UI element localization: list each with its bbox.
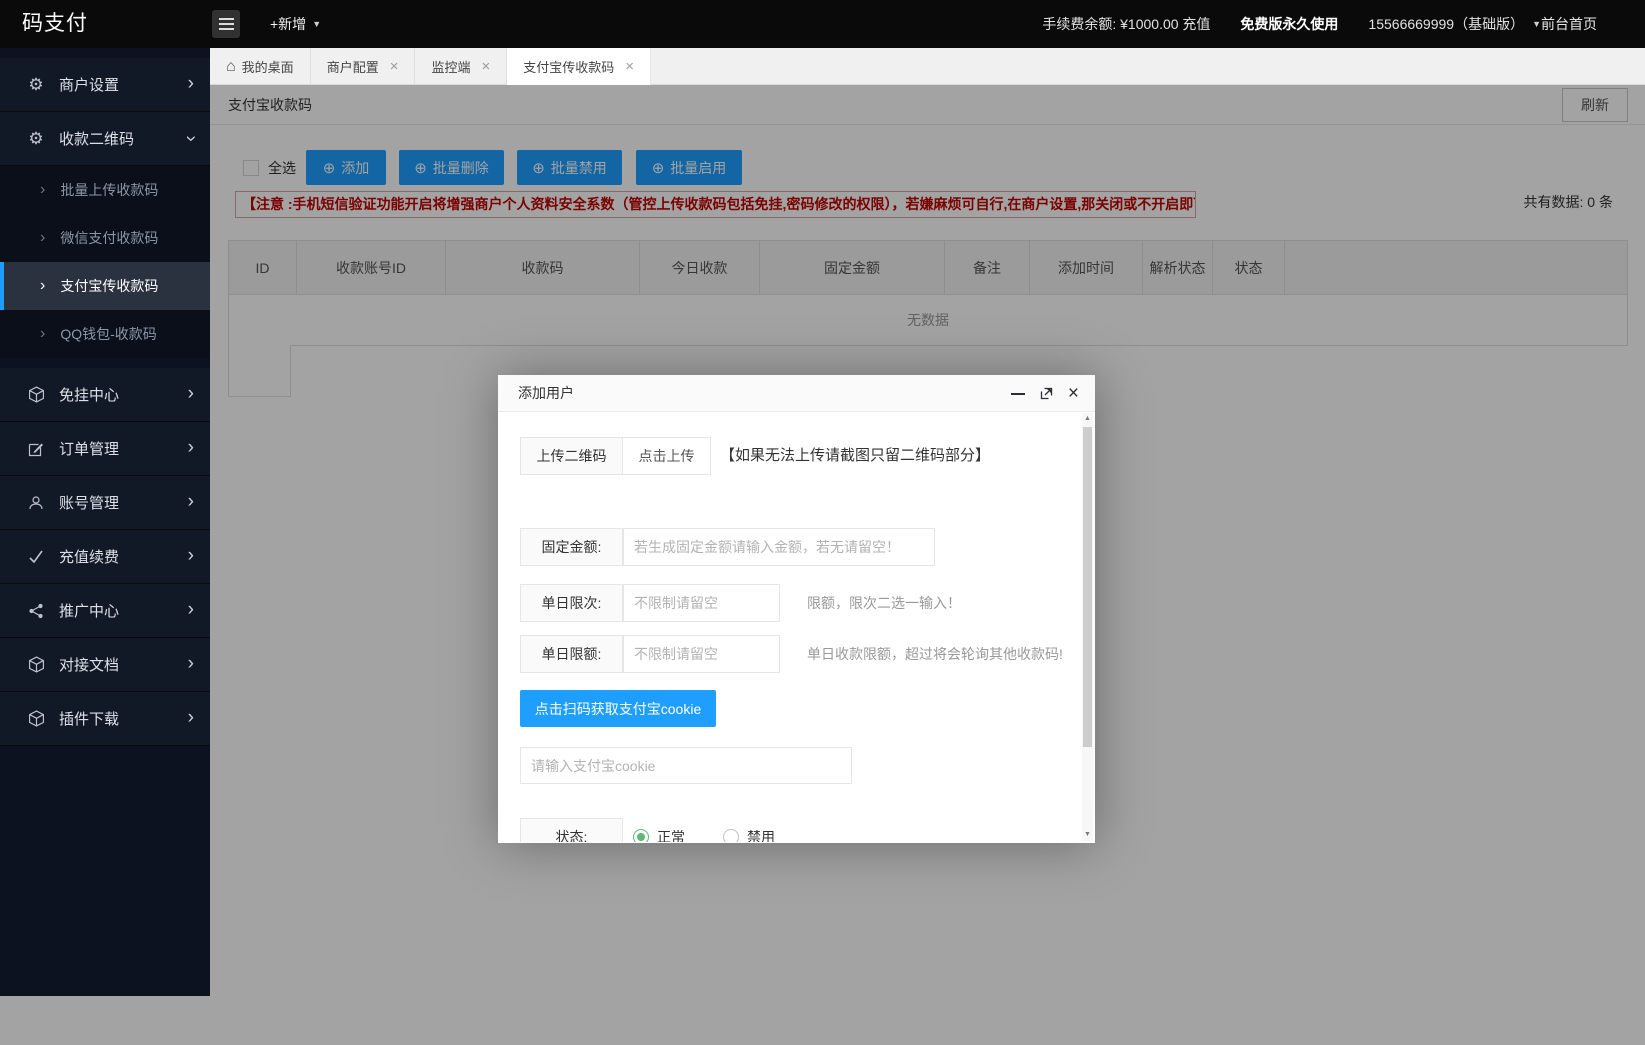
topbar-right: 手续费余额: ¥1000.00 充值 免费版永久使用 15566669999（基…: [1042, 0, 1541, 48]
check-icon: [26, 549, 46, 565]
sidebar-item-orders[interactable]: 订单管理 ›: [0, 422, 210, 476]
scrollbar-thumb[interactable]: [1083, 427, 1092, 747]
caret-down-icon: ▼: [312, 19, 321, 29]
chevron-right-icon: ›: [188, 708, 194, 727]
daily-limit-times-label: 单日限次:: [520, 584, 623, 622]
chevron-right-icon: ›: [188, 546, 194, 565]
chevron-right-icon: ›: [188, 492, 194, 511]
home-icon: ⌂: [226, 58, 236, 76]
modal-body: 上传二维码 点击上传 【如果无法上传请截图只留二维码部分】 固定金额: 单日限次…: [498, 412, 1095, 842]
limit-amount-hint: 单日收款限额，超过将会轮询其他收款码!: [807, 635, 1063, 673]
sidebar: ⚙ 商户设置 › ⚙ 收款二维码 › › 批量上传收款码 › 微信支付收款码 ›…: [0, 48, 210, 996]
daily-limit-amount-label: 单日限额:: [520, 635, 623, 673]
modal-scrollbar[interactable]: ▲ ▼: [1082, 413, 1093, 841]
close-icon[interactable]: ×: [390, 58, 399, 75]
chevron-right-icon: ›: [188, 438, 194, 457]
share-icon: [26, 603, 46, 619]
maximize-icon[interactable]: [1040, 387, 1053, 400]
sidebar-item-free-hang[interactable]: 免挂中心 ›: [0, 368, 210, 422]
modal-controls: ×: [1011, 375, 1079, 412]
sidebar-item-qrcode[interactable]: ⚙ 收款二维码 ›: [0, 112, 210, 166]
new-dropdown-label: +新增: [270, 14, 306, 34]
cube-icon: [26, 386, 46, 403]
scan-cookie-button[interactable]: 点击扫码获取支付宝cookie: [520, 690, 716, 727]
recharge-link[interactable]: 充值: [1182, 16, 1210, 32]
radio-disabled[interactable]: [723, 829, 739, 842]
modal-title: 添加用户: [518, 385, 574, 401]
user-icon: [26, 495, 46, 511]
sidebar-item-promotion[interactable]: 推广中心 ›: [0, 584, 210, 638]
status-label: 状态:: [520, 818, 623, 842]
daily-limit-times-input[interactable]: [623, 584, 780, 622]
cookie-input[interactable]: [520, 747, 852, 784]
sidebar-submenu: › 批量上传收款码 › 微信支付收款码 › 支付宝传收款码 › QQ钱包-收款码: [0, 166, 210, 358]
tabbar: ⌂ 我的桌面 商户配置 × 监控端 × 支付宝传收款码 ×: [210, 48, 1645, 85]
close-icon[interactable]: ×: [625, 58, 634, 75]
modal-titlebar: 添加用户 ×: [498, 375, 1095, 412]
sidebar-item-plugin-download[interactable]: 插件下载 ›: [0, 692, 210, 746]
caret-down-icon: ▼: [1532, 19, 1541, 29]
fixed-amount-label: 固定金额:: [520, 528, 623, 566]
fixed-amount-input[interactable]: [623, 528, 935, 566]
sidebar-item-alipay-code[interactable]: › 支付宝传收款码: [0, 262, 210, 310]
sidebar-item-accounts[interactable]: 账号管理 ›: [0, 476, 210, 530]
upload-hint: 【如果无法上传请截图只留二维码部分】: [720, 437, 990, 475]
chevron-right-icon: ›: [188, 654, 194, 673]
scroll-up-icon[interactable]: ▲: [1082, 413, 1093, 425]
upload-button[interactable]: 点击上传: [622, 437, 711, 475]
tab-merchant-config[interactable]: 商户配置 ×: [311, 48, 416, 85]
scroll-down-icon[interactable]: ▼: [1082, 829, 1093, 841]
limit-times-hint: 限额，限次二选一输入！: [807, 584, 961, 622]
chevron-right-icon: ›: [188, 384, 194, 403]
new-dropdown[interactable]: +新增 ▼: [270, 0, 321, 48]
status-options: 正常 禁用: [633, 818, 775, 842]
free-version-badge: 免费版永久使用: [1240, 14, 1338, 34]
cube-icon: [26, 656, 46, 673]
account-dropdown[interactable]: 15566669999（基础版） ▼: [1368, 14, 1541, 34]
fee-balance: 手续费余额: ¥1000.00 充值: [1042, 14, 1210, 34]
hamburger-icon[interactable]: [212, 10, 240, 38]
tab-alipay-code[interactable]: 支付宝传收款码 ×: [507, 48, 651, 85]
sidebar-item-recharge[interactable]: 充值续费 ›: [0, 530, 210, 584]
radio-disabled-label: 禁用: [747, 827, 775, 842]
gear-icon: ⚙: [26, 76, 46, 93]
arrow-icon: ›: [40, 277, 45, 295]
chevron-right-icon: ›: [188, 74, 194, 93]
sidebar-item-api-docs[interactable]: 对接文档 ›: [0, 638, 210, 692]
radio-normal-label: 正常: [657, 827, 685, 842]
upload-qrcode-label: 上传二维码: [520, 437, 623, 475]
front-home-link[interactable]: 前台首页: [1541, 0, 1645, 48]
cube-icon: [26, 710, 46, 727]
topbar: 码支付 +新增 ▼ 手续费余额: ¥1000.00 充值 免费版永久使用 155…: [0, 0, 1645, 48]
chevron-down-icon: ›: [181, 135, 200, 141]
account-label: 15566669999（基础版）: [1368, 14, 1524, 34]
tab-desktop[interactable]: ⌂ 我的桌面: [210, 48, 311, 85]
radio-normal[interactable]: [633, 829, 649, 842]
edit-icon: [26, 441, 46, 457]
arrow-icon: ›: [40, 229, 45, 247]
sidebar-item-wechat-code[interactable]: › 微信支付收款码: [0, 214, 210, 262]
sidebar-item-batch-upload[interactable]: › 批量上传收款码: [0, 166, 210, 214]
add-user-modal: 添加用户 × 上传二维码 点击上传 【如果无法上传请截图只留二维码部分】 固定金…: [498, 375, 1095, 843]
close-icon[interactable]: ×: [1068, 384, 1079, 403]
sidebar-item-merchant-settings[interactable]: ⚙ 商户设置 ›: [0, 58, 210, 112]
modal-overlay-left: [0, 996, 210, 1045]
tab-monitor[interactable]: 监控端 ×: [415, 48, 507, 85]
minimize-icon[interactable]: [1011, 393, 1025, 395]
daily-limit-amount-input[interactable]: [623, 635, 780, 673]
arrow-icon: ›: [40, 325, 45, 343]
close-icon[interactable]: ×: [481, 58, 490, 75]
arrow-icon: ›: [40, 181, 45, 199]
gear-icon: ⚙: [26, 130, 46, 147]
chevron-right-icon: ›: [188, 600, 194, 619]
sidebar-item-qq-wallet[interactable]: › QQ钱包-收款码: [0, 310, 210, 358]
app-logo: 码支付: [22, 0, 88, 48]
